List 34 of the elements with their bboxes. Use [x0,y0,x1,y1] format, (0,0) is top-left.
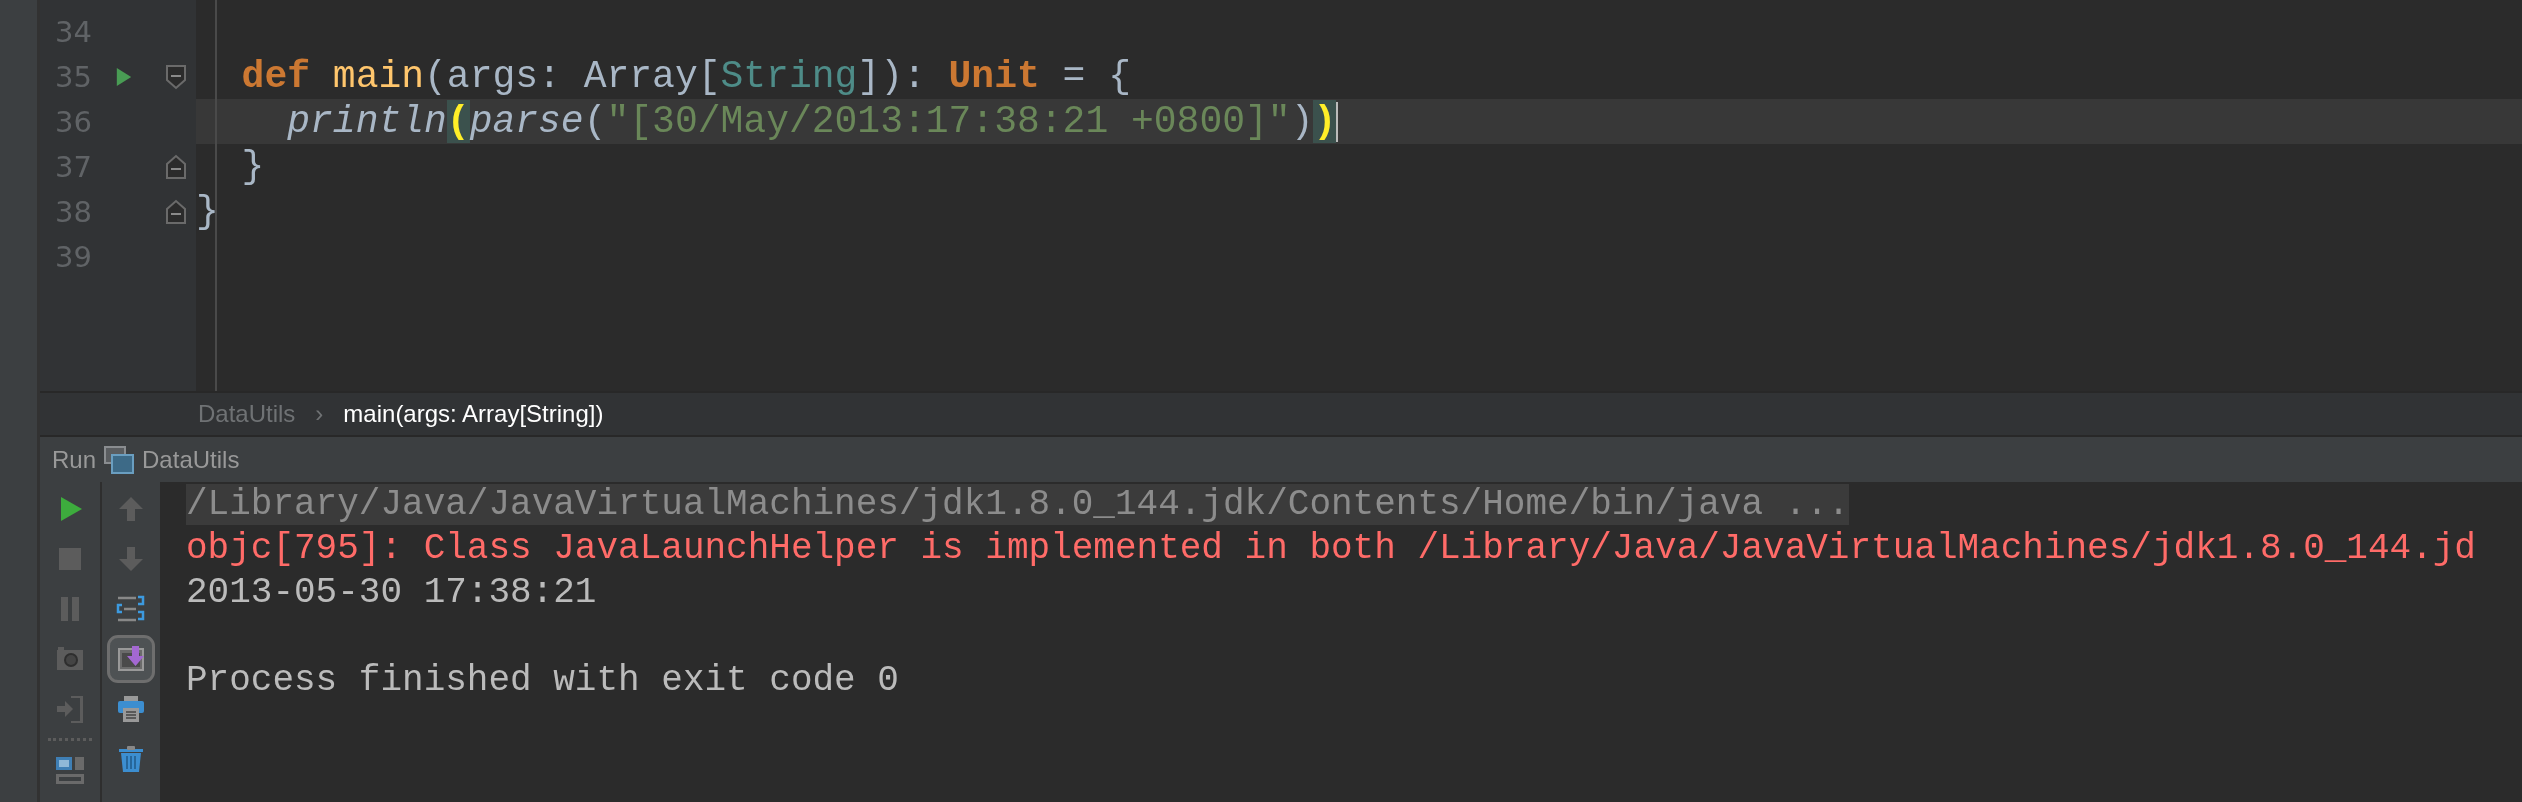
code-text: ]): [857,55,927,98]
tool-window-title: Run [52,445,97,474]
fold-marker-icon[interactable] [165,198,187,225]
output-line: 2013-05-30 17:38:21 [186,571,597,613]
code-text: } [196,190,219,233]
keyword: def [240,55,311,98]
breadcrumb-separator: › [315,400,324,428]
error-line: objc[795]: Class JavaLaunchHelper is implemented in both /Library/Java/JavaVirtualMachines/jdk1.8.0_144.jd [186,527,2476,569]
fold-marker-icon[interactable] [165,63,187,90]
layout-icon[interactable] [55,755,85,785]
run-tab[interactable]: DataUtils [142,445,240,474]
trash-icon[interactable] [116,744,146,774]
function-call: parse [469,100,584,143]
scroll-to-end-icon[interactable] [116,644,146,674]
console-window-icon [104,445,135,474]
string-literal: "[30/May/2013:17:38:21 +0800]" [606,100,1291,143]
matched-brace: ( [446,100,470,143]
code-text: ( [583,100,607,143]
print-icon[interactable] [116,694,146,724]
code-text: ) [1290,100,1314,143]
breadcrumb-item[interactable]: main(args: Array[String]) [343,400,604,428]
breadcrumb-item[interactable]: DataUtils [198,400,296,428]
output-line: Process finished with exit code 0 [186,659,899,701]
code-text: (args: Array[ [424,55,721,98]
function-call: println [286,100,447,143]
fold-marker-icon[interactable] [165,153,187,180]
run-icon[interactable] [115,65,133,88]
function-name: main [331,55,425,98]
keyword: Unit [948,55,1040,98]
code-text: = { [1061,55,1131,98]
code-text: } [240,145,265,188]
matched-brace: ) [1313,100,1337,143]
type-name: String [720,55,858,98]
soft-wrap-icon[interactable] [116,594,146,624]
